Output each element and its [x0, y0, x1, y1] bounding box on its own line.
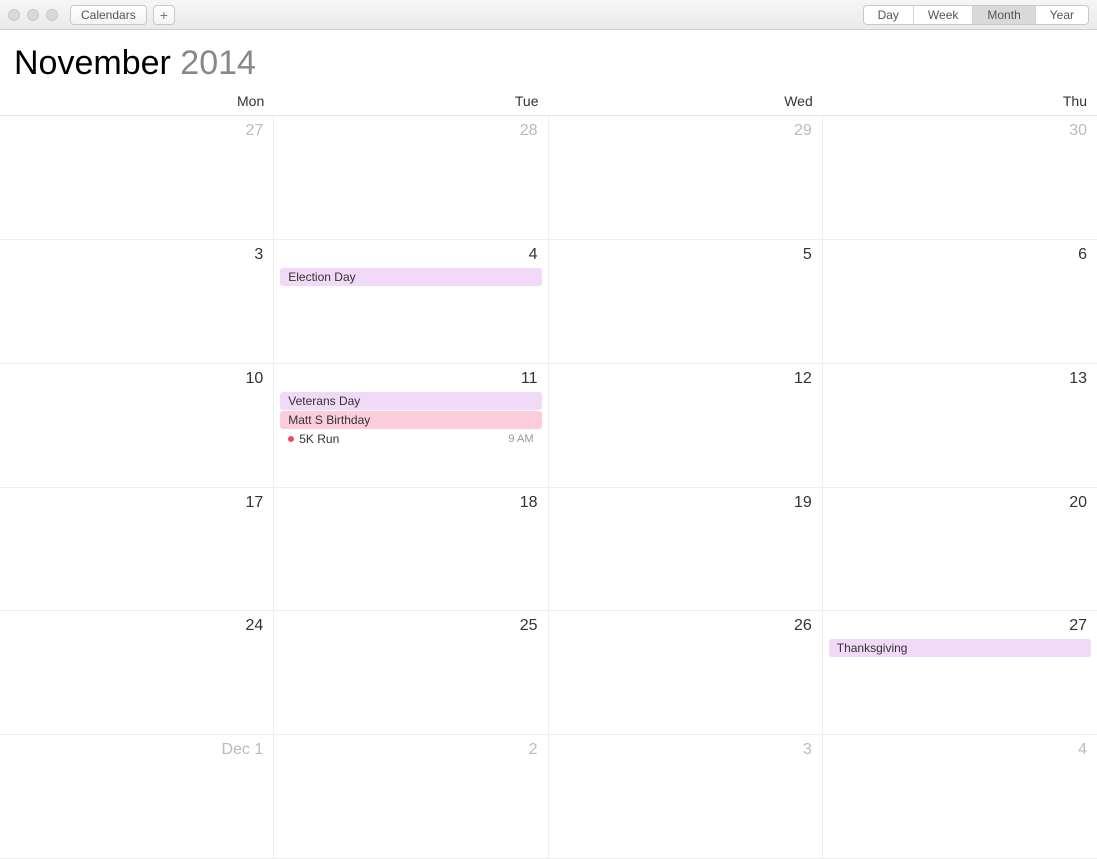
event-dot-icon	[288, 436, 294, 442]
day-cell[interactable]: 11 Veterans Day Matt S Birthday 5K Run 9 AM	[274, 364, 548, 488]
event-list: Veterans Day Matt S Birthday 5K Run 9 AM	[274, 390, 547, 448]
event-time: 9 AM	[508, 433, 533, 445]
day-cell[interactable]: 18	[274, 488, 548, 612]
day-number: 25	[274, 611, 547, 637]
year-label: 2014	[180, 44, 256, 82]
day-cell[interactable]: 3	[0, 240, 274, 364]
page-title: November 2014	[14, 44, 1097, 83]
day-number: 18	[274, 488, 547, 514]
day-number: 4	[823, 735, 1097, 761]
window-controls	[8, 9, 58, 21]
event-item[interactable]: Thanksgiving	[829, 639, 1091, 657]
minimize-icon[interactable]	[27, 9, 39, 21]
day-number: 6	[823, 240, 1097, 266]
day-cell[interactable]: 2	[274, 735, 548, 859]
event-title: 5K Run	[299, 432, 339, 446]
day-cell[interactable]: 13	[823, 364, 1097, 488]
add-button[interactable]: +	[153, 5, 175, 25]
day-cell[interactable]: 4	[823, 735, 1097, 859]
day-cell[interactable]: 26	[549, 611, 823, 735]
day-number: 3	[549, 735, 822, 761]
day-cell[interactable]: 28	[274, 116, 548, 240]
day-number: 27	[823, 611, 1097, 637]
day-number: 2	[274, 735, 547, 761]
event-item[interactable]: 5K Run 9 AM	[280, 430, 541, 448]
day-cell[interactable]: 12	[549, 364, 823, 488]
day-cell[interactable]: 4 Election Day	[274, 240, 548, 364]
day-number: Dec 1	[0, 735, 273, 761]
weekday-row: Mon Tue Wed Thu	[0, 89, 1097, 116]
calendars-button[interactable]: Calendars	[70, 5, 147, 25]
close-icon[interactable]	[8, 9, 20, 21]
day-number: 5	[549, 240, 822, 266]
day-cell[interactable]: 30	[823, 116, 1097, 240]
day-number: 24	[0, 611, 273, 637]
day-number: 12	[549, 364, 822, 390]
day-cell[interactable]: 19	[549, 488, 823, 612]
weekday-mon: Mon	[0, 89, 274, 115]
view-day[interactable]: Day	[864, 6, 914, 24]
view-week[interactable]: Week	[914, 6, 973, 24]
day-cell[interactable]: 29	[549, 116, 823, 240]
day-cell[interactable]: 17	[0, 488, 274, 612]
day-cell[interactable]: 20	[823, 488, 1097, 612]
day-cell[interactable]: 10	[0, 364, 274, 488]
day-number: 10	[0, 364, 273, 390]
day-cell[interactable]: 25	[274, 611, 548, 735]
day-cell[interactable]: 3	[549, 735, 823, 859]
view-year[interactable]: Year	[1036, 6, 1088, 24]
day-number: 28	[274, 116, 547, 142]
day-cell[interactable]: Dec 1	[0, 735, 274, 859]
event-item[interactable]: Veterans Day	[280, 392, 541, 410]
event-title: Veterans Day	[288, 394, 360, 408]
day-number: 3	[0, 240, 273, 266]
weekday-thu: Thu	[823, 89, 1097, 115]
view-month[interactable]: Month	[973, 6, 1035, 24]
month-header: November 2014	[0, 30, 1097, 89]
day-number: 27	[0, 116, 273, 142]
month-label: November	[14, 44, 171, 82]
day-cell[interactable]: 24	[0, 611, 274, 735]
event-item[interactable]: Matt S Birthday	[280, 411, 541, 429]
weekday-wed: Wed	[549, 89, 823, 115]
event-title: Thanksgiving	[837, 641, 908, 655]
day-number: 13	[823, 364, 1097, 390]
day-number: 4	[274, 240, 547, 266]
day-number: 19	[549, 488, 822, 514]
day-number: 17	[0, 488, 273, 514]
day-cell[interactable]: 27	[0, 116, 274, 240]
event-title: Matt S Birthday	[288, 413, 370, 427]
event-list: Thanksgiving	[823, 637, 1097, 657]
event-item[interactable]: Election Day	[280, 268, 541, 286]
day-number: 11	[274, 364, 547, 390]
weekday-tue: Tue	[274, 89, 548, 115]
day-cell[interactable]: 27 Thanksgiving	[823, 611, 1097, 735]
zoom-icon[interactable]	[46, 9, 58, 21]
day-number: 29	[549, 116, 822, 142]
day-cell[interactable]: 5	[549, 240, 823, 364]
event-title: Election Day	[288, 270, 355, 284]
event-list: Election Day	[274, 266, 547, 286]
day-number: 20	[823, 488, 1097, 514]
calendar-grid: 2728293034Election Day561011Veterans Day…	[0, 116, 1097, 859]
view-switcher: Day Week Month Year	[863, 5, 1089, 25]
titlebar: Calendars + Day Week Month Year	[0, 0, 1097, 30]
day-number: 30	[823, 116, 1097, 142]
day-cell[interactable]: 6	[823, 240, 1097, 364]
day-number: 26	[549, 611, 822, 637]
